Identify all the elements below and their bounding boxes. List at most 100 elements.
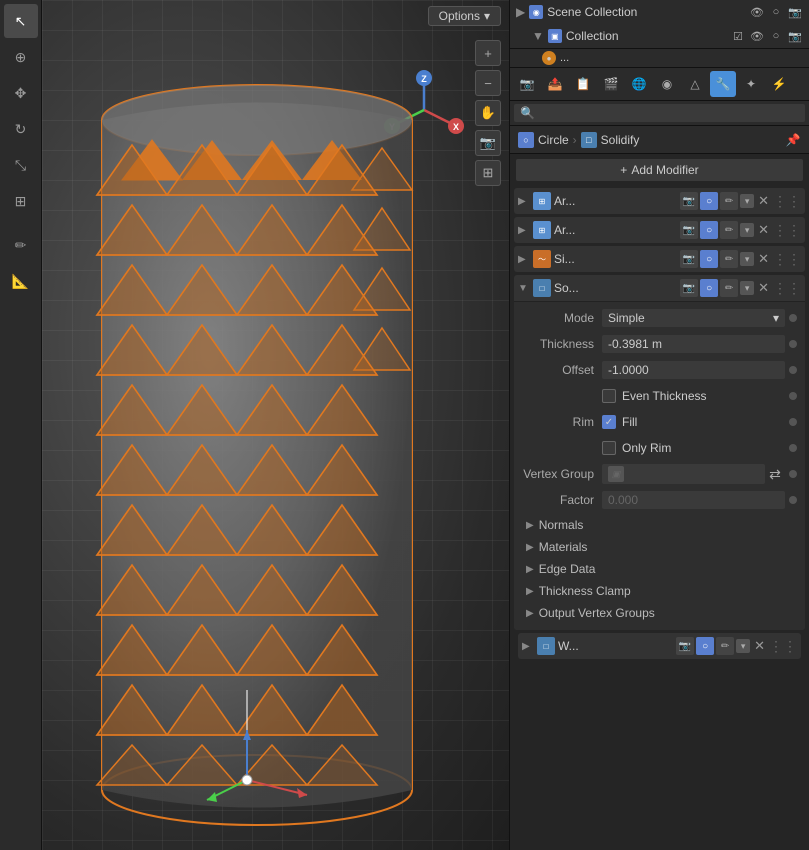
vertex-group-swap[interactable]: ⇄ bbox=[765, 464, 785, 484]
tab-scene[interactable]: 🎬 bbox=[598, 71, 624, 97]
options-button[interactable]: Options ▾ bbox=[428, 6, 501, 26]
mode-value: Simple bbox=[608, 311, 645, 325]
add-modifier-label: Add Modifier bbox=[631, 163, 698, 177]
bottom-mod-viewport-btn[interactable]: ○ bbox=[696, 637, 714, 655]
add-modifier-section: + Add Modifier bbox=[510, 154, 809, 186]
add-modifier-button[interactable]: + Add Modifier bbox=[516, 159, 803, 181]
mod1-menu-btn[interactable]: ⋮⋮ bbox=[773, 193, 801, 210]
output-vertex-groups-section[interactable]: ▶ Output Vertex Groups bbox=[522, 602, 797, 624]
cursor-tool[interactable]: ⊕ bbox=[4, 40, 38, 74]
edge-data-section[interactable]: ▶ Edge Data bbox=[522, 558, 797, 580]
pin-button[interactable]: 📌 bbox=[785, 132, 801, 148]
tab-world[interactable]: 🌐 bbox=[626, 71, 652, 97]
mod4-render-btn[interactable]: 📷 bbox=[680, 279, 698, 297]
modifier-header-4[interactable]: ▼ □ So... 📷 ○ ✏ ▾ ✕ ⋮⋮ bbox=[514, 275, 805, 301]
mode-dropdown[interactable]: Simple ▾ bbox=[602, 309, 785, 327]
mod1-viewport-btn[interactable]: ○ bbox=[700, 192, 718, 210]
rotate-tool[interactable]: ↻ bbox=[4, 112, 38, 146]
search-input[interactable] bbox=[514, 104, 805, 122]
scene-visibility-icon[interactable]: 👁 bbox=[749, 4, 765, 20]
scene-collection-expand[interactable]: ▶ bbox=[516, 5, 525, 19]
transform-tool[interactable]: ⊞ bbox=[4, 184, 38, 218]
mod1-settings-btn[interactable]: ▾ bbox=[740, 194, 754, 208]
bottom-mod-settings-btn[interactable]: ▾ bbox=[736, 639, 750, 653]
thickness-label: Thickness bbox=[522, 337, 602, 351]
tab-view-layer[interactable]: 📋 bbox=[570, 71, 596, 97]
tab-mesh[interactable]: △ bbox=[682, 71, 708, 97]
tab-object[interactable]: ◉ bbox=[654, 71, 680, 97]
mod4-menu-btn[interactable]: ⋮⋮ bbox=[773, 280, 801, 297]
mod4-viewport-btn[interactable]: ○ bbox=[700, 279, 718, 297]
fill-label: Fill bbox=[622, 415, 637, 429]
mod3-settings-btn[interactable]: ▾ bbox=[740, 252, 754, 266]
mod3-edit-btn[interactable]: ✏ bbox=[720, 250, 738, 268]
materials-section[interactable]: ▶ Materials bbox=[522, 536, 797, 558]
vertex-group-icon: ▣ bbox=[608, 466, 624, 482]
viewport-canvas[interactable]: Options ▾ Z X Y bbox=[42, 0, 509, 850]
factor-value[interactable]: 0.000 bbox=[602, 491, 785, 509]
only-rim-dot bbox=[789, 444, 797, 452]
mod1-remove-btn[interactable]: ✕ bbox=[756, 193, 771, 209]
options-arrow-icon: ▾ bbox=[484, 9, 490, 23]
mod4-remove-btn[interactable]: ✕ bbox=[756, 280, 771, 296]
collection-checkbox[interactable]: ☑ bbox=[730, 28, 746, 44]
mod2-remove-btn[interactable]: ✕ bbox=[756, 222, 771, 238]
annotate-tool[interactable]: ✏ bbox=[4, 228, 38, 262]
even-thickness-checkbox[interactable] bbox=[602, 389, 616, 403]
mod3-remove-btn[interactable]: ✕ bbox=[756, 251, 771, 267]
modifier-header-3[interactable]: ▶ 〜 Si... 📷 ○ ✏ ▾ ✕ ⋮⋮ bbox=[514, 246, 805, 272]
vertex-group-input[interactable]: ▣ bbox=[602, 464, 765, 484]
mod3-viewport-btn[interactable]: ○ bbox=[700, 250, 718, 268]
mod2-viewport-btn[interactable]: ○ bbox=[700, 221, 718, 239]
tab-particles[interactable]: ✦ bbox=[738, 71, 764, 97]
tab-physics[interactable]: ⚡ bbox=[766, 71, 792, 97]
3d-viewport[interactable]: Options ▾ Z X Y bbox=[42, 0, 509, 850]
solidify-modifier-body: Mode Simple ▾ Thickness -0.3981 m bbox=[514, 301, 805, 630]
collection-render-icon[interactable]: 📷 bbox=[787, 28, 803, 44]
mod2-name: Ar... bbox=[554, 223, 677, 237]
mod1-edit-btn[interactable]: ✏ bbox=[720, 192, 738, 210]
tab-render[interactable]: 📷 bbox=[514, 71, 540, 97]
select-tool[interactable]: ↖ bbox=[4, 4, 38, 38]
move-tool[interactable]: ✥ bbox=[4, 76, 38, 110]
bottom-mod-remove-btn[interactable]: ✕ bbox=[752, 638, 767, 654]
collection-viewport-icon[interactable]: ○ bbox=[768, 28, 784, 44]
normals-label: Normals bbox=[539, 518, 584, 532]
mod3-menu-btn[interactable]: ⋮⋮ bbox=[773, 251, 801, 268]
fill-checkbox[interactable]: ✓ bbox=[602, 415, 616, 429]
collection-label: Collection bbox=[566, 29, 619, 43]
mod2-settings-btn[interactable]: ▾ bbox=[740, 223, 754, 237]
scale-tool[interactable]: ⤡ bbox=[4, 148, 38, 182]
bottom-mod-menu-btn[interactable]: ⋮⋮ bbox=[769, 638, 797, 655]
mod4-edit-btn[interactable]: ✏ bbox=[720, 279, 738, 297]
modifier-header-2[interactable]: ▶ ⊞ Ar... 📷 ○ ✏ ▾ ✕ ⋮⋮ bbox=[514, 217, 805, 243]
bottom-mod-icon: □ bbox=[537, 637, 555, 655]
scene-render-icon[interactable]: 📷 bbox=[787, 4, 803, 20]
tab-modifier[interactable]: 🔧 bbox=[710, 71, 736, 97]
bottom-mod-edit-btn[interactable]: ✏ bbox=[716, 637, 734, 655]
tab-output[interactable]: 📤 bbox=[542, 71, 568, 97]
bottom-modifier-header[interactable]: ▶ □ W... 📷 ○ ✏ ▾ ✕ ⋮⋮ bbox=[518, 633, 801, 659]
measure-tool[interactable]: 📐 bbox=[4, 264, 38, 298]
mode-row: Mode Simple ▾ bbox=[522, 306, 797, 330]
vertex-group-row: Vertex Group ▣ ⇄ bbox=[522, 462, 797, 486]
vertex-group-dot bbox=[789, 470, 797, 478]
collection-expand[interactable]: ▼ bbox=[532, 29, 544, 43]
collection-icon: ▣ bbox=[548, 29, 562, 43]
modifier-header-1[interactable]: ▶ ⊞ Ar... 📷 ○ ✏ ▾ ✕ ⋮⋮ bbox=[514, 188, 805, 214]
mod1-render-btn[interactable]: 📷 bbox=[680, 192, 698, 210]
mod2-menu-btn[interactable]: ⋮⋮ bbox=[773, 222, 801, 239]
thickness-clamp-section[interactable]: ▶ Thickness Clamp bbox=[522, 580, 797, 602]
mod2-edit-btn[interactable]: ✏ bbox=[720, 221, 738, 239]
bottom-mod-render-btn[interactable]: 📷 bbox=[676, 637, 694, 655]
offset-value[interactable]: -1.0000 bbox=[602, 361, 785, 379]
thickness-value[interactable]: -0.3981 m bbox=[602, 335, 785, 353]
mod2-render-btn[interactable]: 📷 bbox=[680, 221, 698, 239]
normals-section[interactable]: ▶ Normals bbox=[522, 514, 797, 536]
collection-visibility-icon[interactable]: 👁 bbox=[749, 28, 765, 44]
mod4-settings-btn[interactable]: ▾ bbox=[740, 281, 754, 295]
scene-viewport-icon[interactable]: ○ bbox=[768, 4, 784, 20]
mod3-render-btn[interactable]: 📷 bbox=[680, 250, 698, 268]
rim-fill-wrap: ✓ Fill bbox=[602, 415, 785, 429]
only-rim-checkbox[interactable] bbox=[602, 441, 616, 455]
